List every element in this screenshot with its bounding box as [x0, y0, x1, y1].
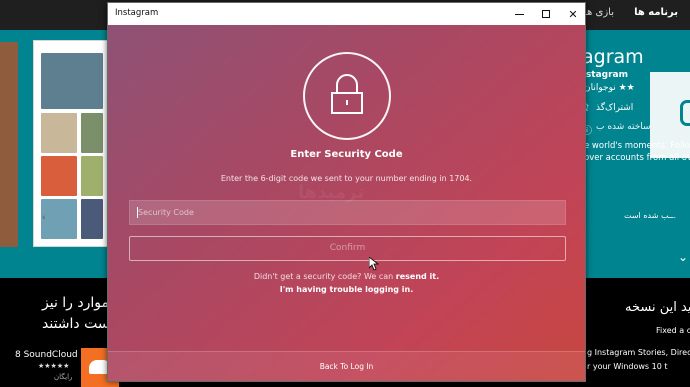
- close-button[interactable]: ✕: [558, 3, 585, 25]
- soundcloud-rating: ★★★★★: [38, 362, 70, 370]
- app-description-line-2: over accounts from all ove: [584, 153, 690, 163]
- resend-link[interactable]: resend it.: [396, 272, 439, 281]
- soundcloud-price: رایگان: [54, 373, 73, 381]
- whats-new-text-1: g Instagram Stories, Direct and: [587, 348, 690, 357]
- carousel-prev-icon[interactable]: ‹: [42, 213, 46, 223]
- window-title: Instagram: [115, 8, 159, 18]
- app-note: ــب شده است.: [624, 211, 677, 220]
- soundcloud-app-name[interactable]: 8 SoundCloud: [15, 350, 78, 360]
- resend-line: Didn't get a security code? We can resen…: [108, 272, 585, 281]
- minimize-icon: [514, 13, 524, 15]
- resend-prompt: Didn't get a security code? We can: [253, 272, 394, 281]
- close-icon: ✕: [568, 7, 578, 21]
- maximize-icon: [542, 10, 550, 18]
- back-to-login-link[interactable]: Back To Log In: [108, 362, 585, 371]
- maximize-button[interactable]: [531, 3, 561, 25]
- mouse-cursor-icon: [369, 257, 379, 271]
- also-liked-heading-line-2: ست داشتند: [42, 316, 110, 332]
- nav-games-tab[interactable]: بازی ها: [584, 7, 614, 18]
- whats-new-text-2: r your Windows 10 t: [587, 362, 668, 371]
- made-by-label: ساخته شده ب: [596, 122, 651, 132]
- minimize-button[interactable]: [504, 3, 534, 25]
- chevron-down-icon[interactable]: ⌄: [678, 250, 688, 264]
- nav-apps-tab[interactable]: برنامه ها: [634, 7, 678, 18]
- app-rating-category: نوجوانان ★★: [584, 83, 635, 93]
- screenshot-thumbnail-1[interactable]: [0, 42, 18, 247]
- confirm-button[interactable]: Confirm: [129, 236, 566, 261]
- app-title: agram: [582, 46, 644, 68]
- app-info-panel: agram Instagram نوجوانان ★★ ⇪ اشتراک‌گذ …: [576, 42, 690, 278]
- security-code-input[interactable]: [129, 200, 566, 225]
- instagram-window: Instagram ✕ Enter Security Code Enter th…: [107, 2, 586, 382]
- window-footer: Back To Log In: [108, 351, 585, 381]
- trouble-logging-in-link[interactable]: I'm having trouble logging in.: [108, 285, 585, 294]
- page-title: Enter Security Code: [290, 149, 403, 160]
- window-titlebar[interactable]: Instagram ✕: [108, 3, 585, 25]
- app-description-line-1: e world's moments. Follow: [584, 141, 690, 151]
- lock-icon: [331, 74, 363, 114]
- text-caret: [137, 207, 138, 218]
- share-button[interactable]: اشتراک‌گذ: [596, 103, 633, 113]
- whats-new-line: Fixed a cra: [656, 326, 690, 335]
- lock-badge: [303, 52, 391, 140]
- whats-new-heading: ید این نسخه: [625, 300, 690, 315]
- screenshot-thumbnail-2[interactable]: ‹: [33, 40, 108, 247]
